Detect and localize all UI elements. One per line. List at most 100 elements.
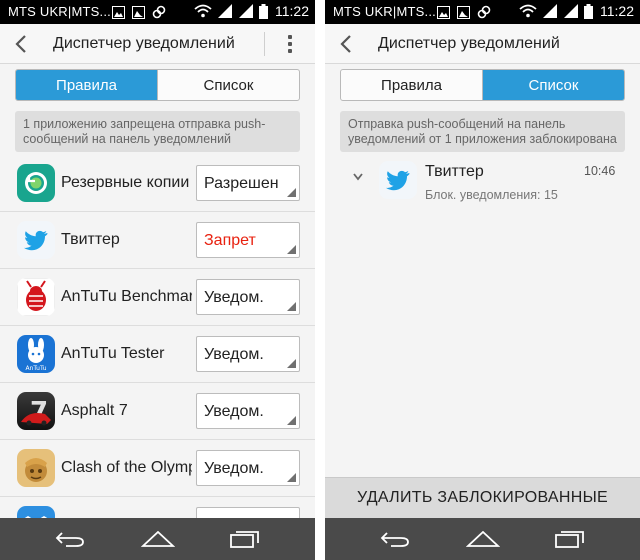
- dropdown-arrow-icon: [287, 245, 296, 254]
- rules-screen: MTS UKR|MTS... 11:22 Диспетчер уведомлен…: [0, 0, 315, 560]
- twitter-icon: [379, 161, 417, 199]
- info-message: Отправка push-сообщений на панель уведом…: [340, 111, 625, 152]
- system-icons: 11:22: [194, 3, 309, 19]
- chevron-down-icon[interactable]: [353, 173, 363, 181]
- list-item: Твиттер Запрет: [0, 212, 315, 269]
- sync-icon: [152, 5, 166, 19]
- blocked-time: 10:46: [584, 164, 616, 178]
- system-icons: 11:22: [519, 3, 634, 19]
- nav-recents-button[interactable]: [550, 527, 590, 551]
- antutu-benchmark-icon: [17, 278, 55, 316]
- signal-icon: [218, 4, 232, 18]
- tab-rules[interactable]: Правила: [341, 70, 482, 100]
- page-title: Диспетчер уведомлений: [378, 35, 560, 52]
- system-nav-bar: [0, 518, 315, 560]
- nav-home-button[interactable]: [138, 527, 178, 551]
- clock: 11:22: [275, 3, 309, 19]
- chevron-left-icon: [15, 35, 26, 53]
- notification-setting-dropdown[interactable]: Уведом.: [196, 393, 300, 429]
- info-message: 1 приложению запрещена отправка push-соо…: [15, 111, 300, 152]
- wifi-icon: [519, 4, 537, 18]
- list-item: Clash of the Olympus Уведом.: [0, 440, 315, 497]
- dropdown-value: Запрет: [204, 232, 256, 249]
- signal2-icon: [564, 4, 578, 18]
- dropdown-arrow-icon: [287, 188, 296, 197]
- blocked-count: Блок. уведомления: 15: [425, 188, 558, 202]
- notification-setting-dropdown[interactable]: Уведом.: [196, 336, 300, 372]
- tab-rules[interactable]: Правила: [16, 70, 157, 100]
- notification-setting-dropdown[interactable]: Разрешен: [196, 165, 300, 201]
- list-item: Резервные копии Разрешен: [0, 155, 315, 212]
- notification-setting-dropdown[interactable]: Запрет: [196, 222, 300, 258]
- tab-list[interactable]: Список: [157, 70, 299, 100]
- dropdown-value: Уведом.: [204, 289, 264, 306]
- overflow-menu-button[interactable]: [278, 32, 302, 56]
- gallery-icon: [112, 5, 125, 19]
- action-divider: [264, 32, 265, 56]
- status-bar: MTS UKR|MTS... 11:22: [0, 0, 315, 24]
- notification-icons: [437, 5, 491, 19]
- dropdown-arrow-icon: [287, 302, 296, 311]
- back-arrow-icon: [55, 532, 84, 547]
- action-bar: Диспетчер уведомлений: [325, 24, 640, 64]
- dropdown-value: Уведом.: [204, 403, 264, 420]
- blocked-app-item[interactable]: Твиттер Блок. уведомления: 15 10:46: [325, 155, 640, 215]
- dropdown-arrow-icon: [287, 473, 296, 482]
- wifi-icon: [194, 4, 212, 18]
- dropdown-value: Уведом.: [204, 346, 264, 363]
- antutu-icon-label: AnTuTu: [25, 365, 46, 372]
- delete-blocked-button[interactable]: УДАЛИТЬ ЗАБЛОКИРОВАННЫЕ: [325, 477, 640, 518]
- nav-back-button[interactable]: [50, 527, 90, 551]
- app-name: Твиттер: [61, 231, 120, 248]
- sync-icon: [477, 5, 491, 19]
- nav-back-button[interactable]: [375, 527, 415, 551]
- recents-icon: [555, 531, 584, 548]
- carrier-label: MTS UKR|MTS...: [8, 4, 111, 19]
- segmented-tabs: Правила Список: [15, 69, 300, 101]
- app-list: Резервные копии Разрешен Твиттер Запрет …: [0, 155, 315, 554]
- notification-setting-dropdown[interactable]: Уведом.: [196, 450, 300, 486]
- tab-list[interactable]: Список: [482, 70, 624, 100]
- twitter-icon: [17, 221, 55, 259]
- notification-setting-dropdown[interactable]: Уведом.: [196, 279, 300, 315]
- back-button[interactable]: [8, 30, 34, 58]
- action-bar: Диспетчер уведомлений: [0, 24, 315, 64]
- app-name: AnTuTu Benchmark: [61, 288, 192, 305]
- signal-icon: [543, 4, 557, 18]
- clock: 11:22: [600, 3, 634, 19]
- nav-home-button[interactable]: [463, 527, 503, 551]
- chevron-left-icon: [340, 35, 351, 53]
- image-icon: [132, 5, 145, 19]
- list-item: AnTuTu Benchmark Уведом.: [0, 269, 315, 326]
- list-screen: MTS UKR|MTS... 11:22 Диспетчер уведомлен…: [325, 0, 640, 560]
- antutu-tester-icon: AnTuTu: [17, 335, 55, 373]
- back-button[interactable]: [333, 30, 359, 58]
- app-name: Clash of the Olympus: [61, 459, 192, 476]
- app-name: Asphalt 7: [61, 402, 128, 419]
- carrier-label: MTS UKR|MTS...: [333, 4, 436, 19]
- nav-recents-button[interactable]: [225, 527, 265, 551]
- app-name: AnTuTu Tester: [61, 345, 165, 362]
- page-title: Диспетчер уведомлений: [53, 35, 235, 52]
- notification-icons: [112, 5, 166, 19]
- menu-dot: [288, 49, 292, 53]
- list-item: AnTuTu AnTuTu Tester Уведом.: [0, 326, 315, 383]
- app-name: Резервные копии: [61, 174, 190, 191]
- dropdown-arrow-icon: [287, 359, 296, 368]
- blocked-app-name: Твиттер: [425, 163, 484, 180]
- image-icon: [457, 5, 470, 19]
- asphalt-icon: 7: [17, 392, 55, 430]
- status-bar: MTS UKR|MTS... 11:22: [325, 0, 640, 24]
- dropdown-arrow-icon: [287, 416, 296, 425]
- menu-dot: [288, 42, 292, 46]
- back-arrow-icon: [380, 532, 409, 547]
- home-icon: [466, 531, 500, 547]
- dropdown-value: Уведом.: [204, 460, 264, 477]
- backup-icon: [17, 164, 55, 202]
- battery-icon: [584, 3, 593, 19]
- menu-dot: [288, 35, 292, 39]
- recents-icon: [230, 531, 259, 548]
- list-item: 7 Asphalt 7 Уведом.: [0, 383, 315, 440]
- battery-icon: [259, 3, 268, 19]
- gallery-icon: [437, 5, 450, 19]
